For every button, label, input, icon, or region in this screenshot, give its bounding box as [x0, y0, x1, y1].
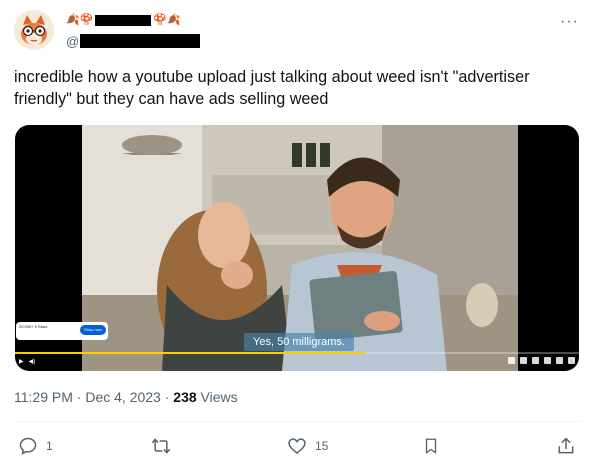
progress-bar-fill — [15, 352, 365, 354]
redacted-name-bar — [95, 14, 152, 26]
views-label: Views — [200, 389, 238, 405]
tweet-date[interactable]: Dec 4, 2023 — [85, 389, 161, 405]
shop-now-button[interactable]: Shop now — [80, 325, 106, 335]
play-icon[interactable]: ▶ — [19, 357, 24, 367]
progress-bar[interactable] — [15, 352, 579, 354]
reply-icon — [19, 437, 37, 455]
retweet-icon — [151, 438, 171, 454]
volume-icon[interactable]: ◀) — [29, 357, 36, 367]
views-count: 238 — [173, 389, 197, 405]
ad-overlay-card[interactable]: 29,000+ 5 Stars Shop now — [16, 322, 108, 340]
handle-at-symbol: @ — [66, 33, 80, 49]
leaf-icon: 🍂 — [66, 13, 80, 26]
share-icon — [558, 437, 574, 454]
bookmark-button[interactable] — [422, 436, 440, 456]
autoplay-toggle-icon[interactable] — [508, 357, 515, 364]
video-caption: Yes, 50 milligrams. — [244, 333, 354, 351]
reply-button[interactable]: 1 — [18, 436, 53, 456]
share-button[interactable] — [556, 436, 576, 456]
theater-mode-icon[interactable] — [556, 357, 563, 364]
video-player[interactable]: Yes, 50 milligrams. 29,000+ 5 Stars Shop… — [15, 125, 579, 371]
retweet-button[interactable] — [150, 436, 172, 456]
reply-count: 1 — [46, 439, 53, 453]
fullscreen-icon[interactable] — [568, 357, 575, 364]
divider — [14, 421, 581, 422]
bookmark-icon — [425, 438, 437, 454]
separator-dot: · — [164, 389, 174, 405]
avatar-image — [14, 10, 54, 50]
user-handle[interactable]: @ — [66, 33, 201, 49]
mushroom-icon: 🍄 — [79, 13, 94, 26]
subtitles-icon[interactable] — [520, 357, 527, 364]
settings-icon[interactable] — [532, 357, 539, 364]
heart-icon — [288, 438, 306, 455]
tweet-text: incredible how a youtube upload just tal… — [14, 68, 530, 108]
like-button[interactable]: 15 — [287, 436, 328, 456]
player-controls: ▶ ◀) — [15, 355, 579, 369]
display-name[interactable]: 🍂 🍄 🍄 🍂 — [66, 10, 181, 30]
ad-title: 29,000+ 5 Stars — [19, 324, 48, 329]
tweet-timestamp: 11:29 PM · Dec 4, 2023 · 238 Views — [14, 389, 238, 405]
avatar[interactable] — [14, 10, 54, 50]
redacted-handle-bar — [80, 34, 201, 48]
leaf-icon: 🍂 — [167, 13, 181, 26]
mushroom-icon: 🍄 — [153, 13, 168, 26]
miniplayer-icon[interactable] — [544, 357, 551, 364]
tweet-time[interactable]: 11:29 PM — [14, 389, 73, 405]
like-count: 15 — [315, 439, 329, 453]
more-options-icon[interactable]: ··· — [560, 13, 579, 31]
